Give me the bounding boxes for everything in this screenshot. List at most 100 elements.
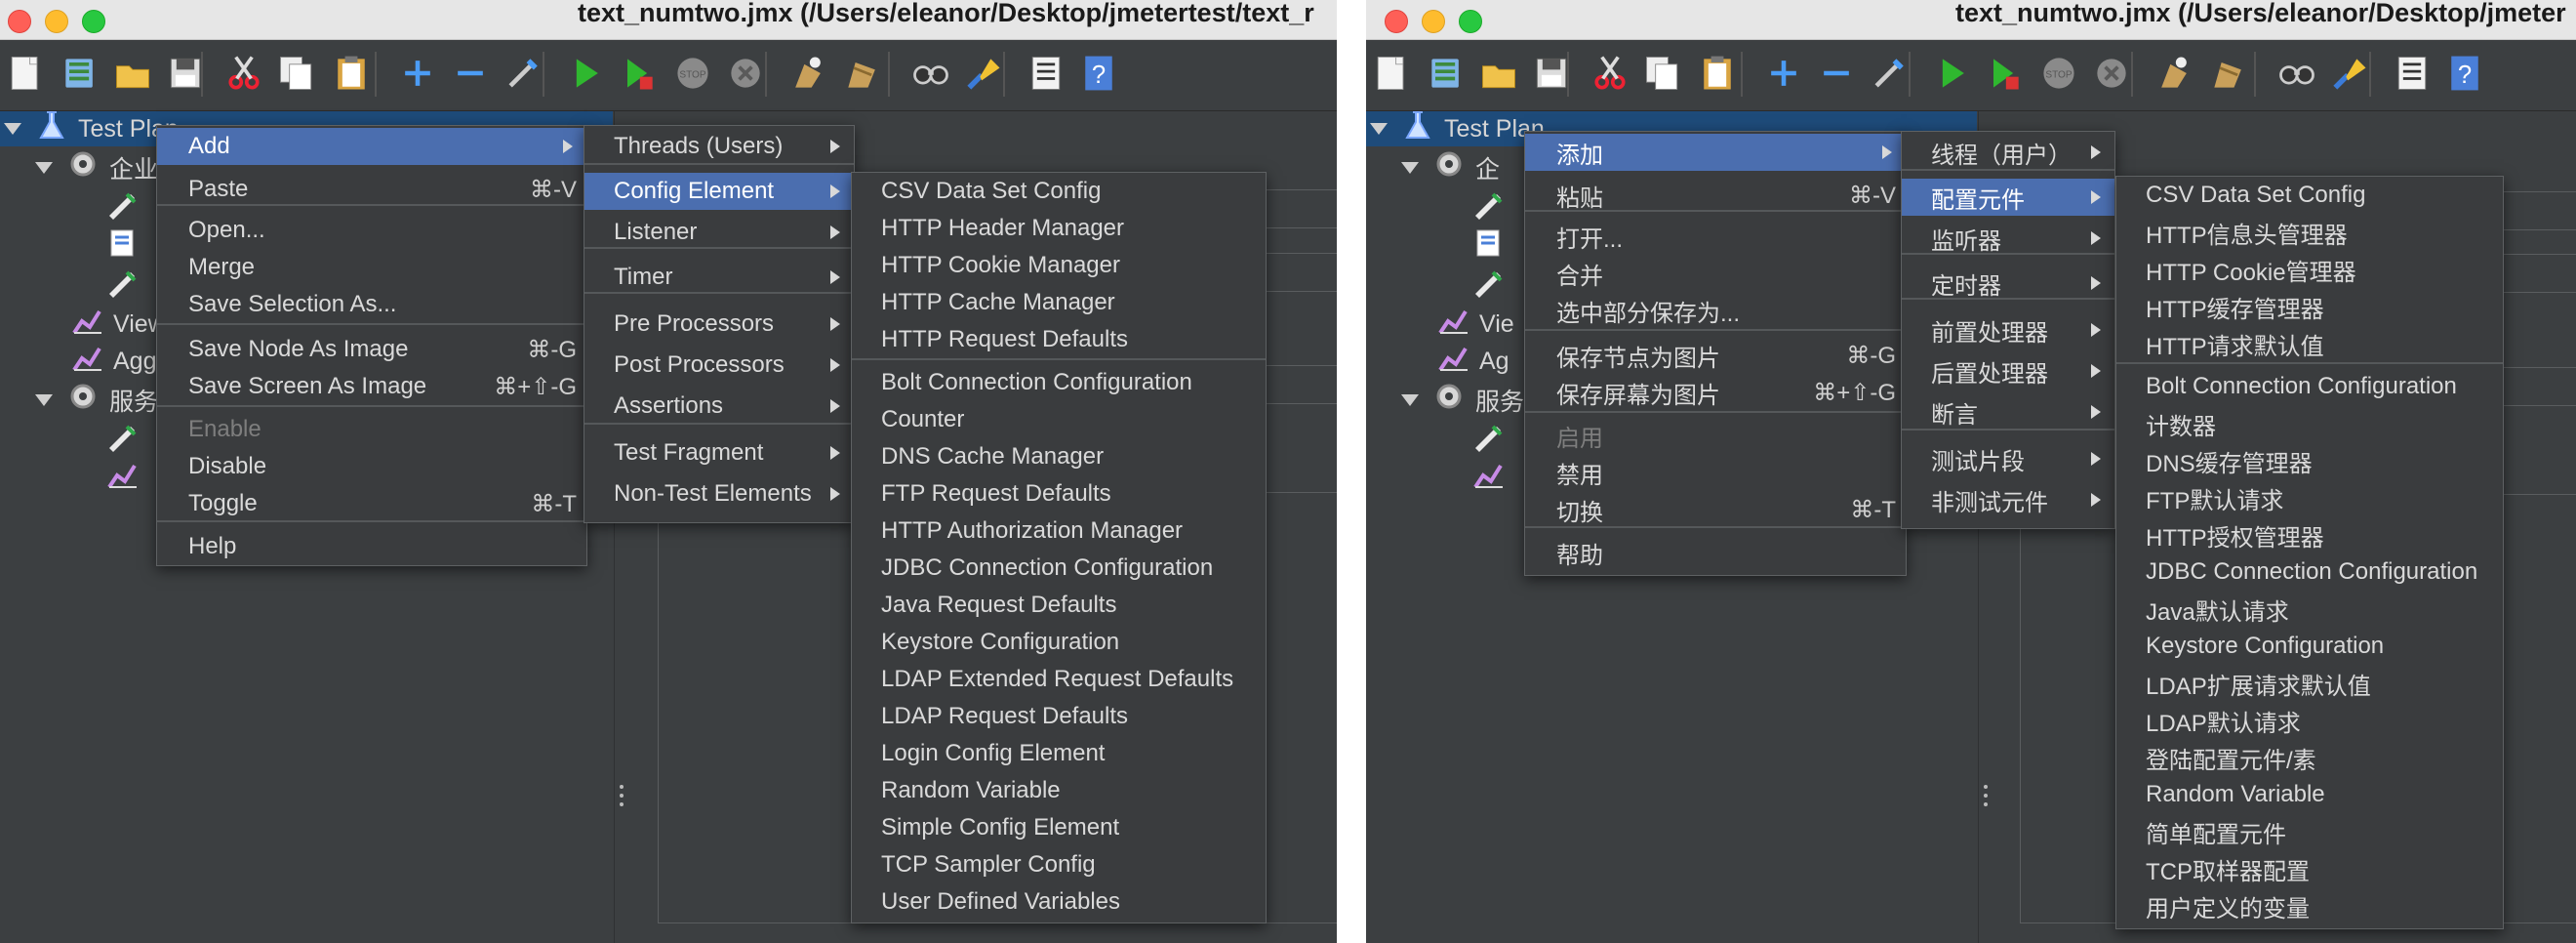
- config-element-item[interactable]: HTTP Header Manager: [852, 210, 1266, 247]
- tree-node[interactable]: Test Plan: [4, 109, 179, 148]
- tree-node[interactable]: Vie: [1436, 305, 1514, 344]
- config-element-item[interactable]: Login Config Element: [852, 735, 1266, 772]
- config-element-item[interactable]: Random Variable: [2116, 776, 2503, 813]
- tree-node[interactable]: [105, 420, 148, 459]
- cut-icon[interactable]: [1587, 48, 1633, 99]
- copy-icon[interactable]: [273, 48, 320, 99]
- config-element-item[interactable]: CSV Data Set Config: [852, 173, 1266, 210]
- tree-node[interactable]: [1471, 420, 1514, 459]
- start-icon[interactable]: [562, 48, 609, 99]
- config-element-item[interactable]: LDAP默认请求: [2116, 702, 2503, 739]
- expand-triangle-icon[interactable]: [1370, 123, 1388, 135]
- minimize-window-button[interactable]: [1422, 10, 1445, 33]
- add-submenu-item[interactable]: 后置处理器: [1902, 352, 2114, 390]
- open-icon[interactable]: [109, 48, 156, 99]
- add-submenu-item[interactable]: Assertions: [584, 388, 854, 425]
- zoom-window-button[interactable]: [1459, 10, 1482, 33]
- tree-node[interactable]: Ag: [1436, 342, 1509, 381]
- search-icon[interactable]: [907, 48, 954, 99]
- config-element-item[interactable]: HTTP请求默认值: [2116, 325, 2503, 362]
- config-element-item[interactable]: Simple Config Element: [852, 809, 1266, 846]
- tree-node[interactable]: 企业: [35, 148, 158, 187]
- stop-icon[interactable]: STOP: [2035, 48, 2082, 99]
- add-submenu-item[interactable]: Threads (Users): [584, 128, 854, 165]
- config-element-item[interactable]: FTP默认请求: [2116, 479, 2503, 516]
- add-submenu-item[interactable]: Listener: [584, 214, 854, 251]
- context-menu-item[interactable]: 合并: [1525, 255, 1906, 292]
- context-menu-item[interactable]: 切换 ⌘-T: [1525, 491, 1906, 528]
- config-element-item[interactable]: Counter: [852, 401, 1266, 438]
- add-submenu-item[interactable]: Timer: [584, 259, 854, 296]
- context-menu-item[interactable]: Paste ⌘-V: [157, 171, 586, 208]
- config-element-item[interactable]: LDAP Request Defaults: [852, 698, 1266, 735]
- config-element-item[interactable]: 登陆配置元件/素: [2116, 739, 2503, 776]
- help-icon[interactable]: ?: [2441, 48, 2488, 99]
- search-icon[interactable]: [2274, 48, 2320, 99]
- config-element-item[interactable]: JDBC Connection Configuration: [852, 550, 1266, 587]
- config-element-item[interactable]: Keystore Configuration: [2116, 628, 2503, 665]
- context-menu-item[interactable]: Open...: [157, 212, 586, 249]
- tree-node[interactable]: [1471, 266, 1514, 305]
- toggle-icon[interactable]: [1866, 48, 1912, 99]
- add-submenu-item[interactable]: 断言: [1902, 393, 2114, 430]
- function-helper-icon[interactable]: [1023, 48, 1069, 99]
- context-menu-item[interactable]: Toggle ⌘-T: [157, 485, 586, 522]
- context-menu-item[interactable]: 帮助: [1525, 534, 1906, 571]
- tree-node[interactable]: View: [70, 305, 166, 344]
- context-menu-item[interactable]: 粘贴 ⌘-V: [1525, 177, 1906, 214]
- context-menu-item[interactable]: 选中部分保存为...: [1525, 292, 1906, 329]
- expand-triangle-icon[interactable]: [4, 123, 21, 135]
- start-no-pause-icon[interactable]: [1981, 48, 2028, 99]
- add-submenu-item[interactable]: 测试片段: [1902, 440, 2114, 477]
- reset-search-icon[interactable]: [960, 48, 1007, 99]
- expand-triangle-icon[interactable]: [35, 394, 53, 406]
- tree-node[interactable]: [105, 266, 148, 305]
- config-element-item[interactable]: Random Variable: [852, 772, 1266, 809]
- add-submenu-item[interactable]: 配置元件: [1902, 179, 2114, 216]
- collapse-icon[interactable]: [1813, 48, 1860, 99]
- paste-icon[interactable]: [328, 48, 375, 99]
- expand-triangle-icon[interactable]: [1401, 162, 1419, 174]
- config-element-item[interactable]: HTTP信息头管理器: [2116, 214, 2503, 251]
- expand-icon[interactable]: [394, 48, 441, 99]
- tree-node[interactable]: [105, 187, 148, 226]
- config-element-item[interactable]: Keystore Configuration: [852, 624, 1266, 661]
- config-element-item[interactable]: HTTP授权管理器: [2116, 516, 2503, 554]
- config-element-item[interactable]: CSV Data Set Config: [2116, 177, 2503, 214]
- add-submenu-item[interactable]: 前置处理器: [1902, 311, 2114, 348]
- tree-node[interactable]: 服务: [1401, 381, 1524, 420]
- config-element-item[interactable]: JDBC Connection Configuration: [2116, 554, 2503, 591]
- config-element-item[interactable]: Bolt Connection Configuration: [2116, 368, 2503, 405]
- cut-icon[interactable]: [221, 48, 267, 99]
- clear-all-icon[interactable]: [2205, 48, 2252, 99]
- tree-node[interactable]: [1471, 187, 1514, 226]
- tree-node[interactable]: [105, 226, 148, 266]
- close-window-button[interactable]: [1385, 10, 1408, 33]
- reset-search-icon[interactable]: [2326, 48, 2373, 99]
- add-submenu-item[interactable]: Pre Processors: [584, 306, 854, 343]
- collapse-icon[interactable]: [447, 48, 494, 99]
- context-menu-item[interactable]: 保存节点为图片 ⌘-G: [1525, 337, 1906, 374]
- add-submenu-item[interactable]: 定时器: [1902, 265, 2114, 302]
- shutdown-icon[interactable]: [2088, 48, 2135, 99]
- add-submenu-item[interactable]: 非测试元件: [1902, 481, 2114, 518]
- clear-icon[interactable]: [785, 48, 831, 99]
- tree-node[interactable]: [1471, 459, 1514, 498]
- close-window-button[interactable]: [8, 10, 31, 33]
- expand-icon[interactable]: [1760, 48, 1807, 99]
- context-menu-item[interactable]: 打开...: [1525, 218, 1906, 255]
- start-no-pause-icon[interactable]: [615, 48, 662, 99]
- templates-icon[interactable]: [57, 48, 103, 99]
- config-element-item[interactable]: User Defined Variables: [852, 883, 1266, 921]
- clear-icon[interactable]: [2151, 48, 2197, 99]
- config-element-item[interactable]: TCP取样器配置: [2116, 850, 2503, 887]
- context-menu-item[interactable]: Save Selection As...: [157, 286, 586, 323]
- context-menu-item[interactable]: Save Node As Image ⌘-G: [157, 331, 586, 368]
- tree-node[interactable]: 企: [1401, 148, 1500, 187]
- toggle-icon[interactable]: [500, 48, 546, 99]
- config-element-item[interactable]: DNS缓存管理器: [2116, 442, 2503, 479]
- config-element-item[interactable]: 用户定义的变量: [2116, 887, 2503, 924]
- context-menu-item[interactable]: Help: [157, 528, 586, 565]
- config-element-item[interactable]: LDAP Extended Request Defaults: [852, 661, 1266, 698]
- context-menu-item[interactable]: Add: [157, 128, 586, 165]
